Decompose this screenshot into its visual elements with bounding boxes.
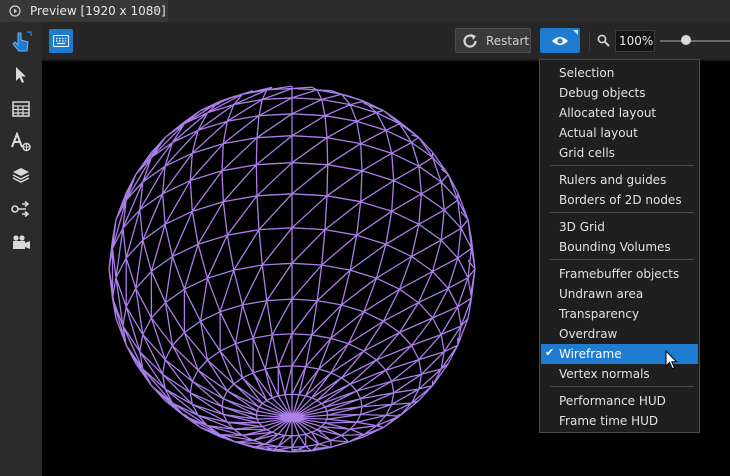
menu-item-frame-time-hud[interactable]: Frame time HUD (541, 411, 698, 431)
zoom-slider-track[interactable] (660, 40, 730, 42)
menu-item-grid-cells[interactable]: Grid cells (541, 143, 698, 163)
debug-view-menu: Selection Debug objects Allocated layout Ac… (539, 59, 700, 433)
restart-icon (463, 34, 477, 48)
menu-item-selection[interactable]: Selection (541, 63, 698, 83)
menu-item-label: Vertex normals (559, 367, 650, 381)
menu-item-label: Allocated layout (559, 106, 657, 120)
tab-close-icon[interactable]: ✕ (152, 4, 161, 17)
menu-item-label: Selection (559, 66, 615, 80)
menu-item-performance-hud[interactable]: Performance HUD (541, 391, 698, 411)
select-arrow-icon[interactable] (6, 60, 36, 90)
keyboard-icon (53, 35, 69, 47)
grid-layout-icon[interactable] (6, 94, 36, 124)
menu-separator (550, 386, 694, 387)
menu-item-framebuffer-objects[interactable]: Framebuffer objects (541, 264, 698, 284)
menu-item-label: Framebuffer objects (559, 267, 680, 281)
text-style-icon[interactable] (6, 127, 36, 157)
menu-item-label: Bounding Volumes (559, 240, 671, 254)
menu-item-label: 3D Grid (559, 220, 605, 234)
menu-item-label: Frame time HUD (559, 414, 659, 428)
layers-icon[interactable] (6, 160, 36, 190)
dropdown-corner-icon (573, 30, 578, 35)
menu-separator (550, 212, 694, 213)
tab-strip: Preview [1920 x 1080] ✕ (0, 0, 730, 22)
play-circle-icon (9, 5, 21, 17)
menu-item-3d-grid[interactable]: 3D Grid (541, 217, 698, 237)
camera-icon[interactable] (6, 227, 36, 257)
tool-column (0, 22, 42, 476)
sphere-wire-edges (108, 85, 476, 453)
keyboard-toggle-button[interactable] (49, 29, 73, 53)
connect-icon[interactable] (6, 194, 36, 224)
menu-item-label: Wireframe (559, 347, 622, 361)
menu-item-allocated-layout[interactable]: Allocated layout (541, 103, 698, 123)
restart-label: Restart (486, 34, 530, 48)
menu-item-label: Overdraw (559, 327, 618, 341)
menu-item-label: Transparency (559, 307, 640, 321)
tab-title: Preview [1920 x 1080] (30, 4, 166, 18)
menu-item-label: Performance HUD (559, 394, 666, 408)
zoom-slider-thumb[interactable] (681, 35, 691, 45)
menu-item-label: Undrawn area (559, 287, 644, 301)
menu-item-label: Rulers and guides (559, 173, 667, 187)
menu-separator (550, 165, 694, 166)
menu-item-label: Debug objects (559, 86, 646, 100)
menu-item-borders-of-2d-nodes[interactable]: Borders of 2D nodes (541, 190, 698, 210)
menu-item-rulers-and-guides[interactable]: Rulers and guides (541, 170, 698, 190)
menu-item-debug-objects[interactable]: Debug objects (541, 83, 698, 103)
menu-item-transparency[interactable]: Transparency (541, 304, 698, 324)
checkmark-icon: ✔ (545, 346, 555, 359)
magnifier-icon (597, 34, 610, 47)
debug-view-dropdown-button[interactable] (540, 28, 580, 53)
menu-item-label: Borders of 2D nodes (559, 193, 682, 207)
eye-icon (552, 36, 568, 45)
menu-item-overdraw[interactable]: Overdraw (541, 324, 698, 344)
mouse-cursor-icon (665, 350, 678, 370)
menu-item-actual-layout[interactable]: Actual layout (541, 123, 698, 143)
preview-toolbar: Restart 100% (42, 22, 730, 60)
menu-separator (550, 259, 694, 260)
tab-preview[interactable]: Preview [1920 x 1080] ✕ (0, 0, 168, 22)
pointer-hand-icon[interactable] (6, 27, 36, 57)
menu-item-label: Actual layout (559, 126, 638, 140)
zoom-input[interactable]: 100% (615, 30, 655, 52)
menu-item-label: Grid cells (559, 146, 615, 160)
wireframe-sphere (108, 85, 476, 453)
menu-item-bounding-volumes[interactable]: Bounding Volumes (541, 237, 698, 257)
restart-button[interactable]: Restart (455, 28, 531, 53)
toolbar-separator (589, 31, 590, 51)
menu-item-undrawn-area[interactable]: Undrawn area (541, 284, 698, 304)
